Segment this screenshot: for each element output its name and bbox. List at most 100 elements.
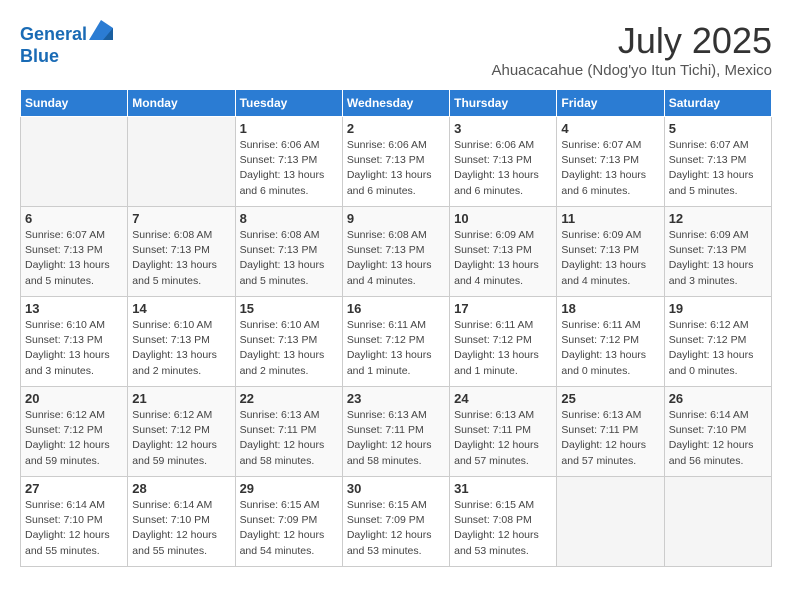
logo-line1: General: [20, 24, 87, 44]
day-number: 6: [25, 211, 123, 226]
logo-text: General Blue: [20, 20, 113, 67]
calendar-cell: 12 Sunrise: 6:09 AMSunset: 7:13 PMDayligh…: [664, 207, 771, 297]
calendar-cell: 21Sunrise: 6:12 AMSunset: 7:12 PMDayligh…: [128, 387, 235, 477]
calendar-cell: 25 Sunrise: 6:13 AMSunset: 7:11 PMDayligh…: [557, 387, 664, 477]
location-title: Ahuacacahue (Ndog'yo Itun Tichi), Mexico: [491, 62, 772, 79]
day-info: Sunrise: 6:06 AMSunset: 7:13 PMDaylight:…: [454, 138, 552, 199]
day-number: 21: [132, 391, 230, 406]
day-info: Sunrise: 6:06 AMSunset: 7:13 PMDaylight:…: [240, 138, 338, 199]
calendar-week-2: 6Sunrise: 6:07 AMSunset: 7:13 PMDaylight…: [21, 207, 772, 297]
title-block: July 2025 Ahuacacahue (Ndog'yo Itun Tich…: [491, 20, 772, 79]
day-info: Sunrise: 6:15 AMSunset: 7:08 PMDaylight:…: [454, 498, 552, 559]
day-info: Sunrise: 6:08 AMSunset: 7:13 PMDaylight:…: [240, 228, 338, 289]
logo-icon: [89, 20, 113, 40]
day-info: Sunrise: 6:08 AMSunset: 7:13 PMDaylight:…: [132, 228, 230, 289]
day-info: Sunrise: 6:06 AMSunset: 7:13 PMDaylight:…: [347, 138, 445, 199]
day-number: 23: [347, 391, 445, 406]
day-info: Sunrise: 6:13 AMSunset: 7:11 PMDaylight:…: [240, 408, 338, 469]
day-number: 28: [132, 481, 230, 496]
calendar-cell: 29 Sunrise: 6:15 AMSunset: 7:09 PMDayligh…: [235, 477, 342, 567]
day-info: Sunrise: 6:10 AMSunset: 7:13 PMDaylight:…: [132, 318, 230, 379]
calendar-cell: 17 Sunrise: 6:11 AMSunset: 7:12 PMDayligh…: [450, 297, 557, 387]
calendar-cell: 19Sunrise: 6:12 AMSunset: 7:12 PMDayligh…: [664, 297, 771, 387]
day-number: 31: [454, 481, 552, 496]
day-info: Sunrise: 6:07 AMSunset: 7:13 PMDaylight:…: [669, 138, 767, 199]
calendar-cell: 11 Sunrise: 6:09 AMSunset: 7:13 PMDayligh…: [557, 207, 664, 297]
calendar-week-1: 1 Sunrise: 6:06 AMSunset: 7:13 PMDaylight…: [21, 117, 772, 207]
weekday-header-wednesday: Wednesday: [342, 90, 449, 117]
day-info: Sunrise: 6:09 AMSunset: 7:13 PMDaylight:…: [561, 228, 659, 289]
day-info: Sunrise: 6:13 AMSunset: 7:11 PMDaylight:…: [454, 408, 552, 469]
weekday-header-monday: Monday: [128, 90, 235, 117]
day-info: Sunrise: 6:12 AMSunset: 7:12 PMDaylight:…: [669, 318, 767, 379]
day-number: 11: [561, 211, 659, 226]
day-info: Sunrise: 6:11 AMSunset: 7:12 PMDaylight:…: [561, 318, 659, 379]
day-number: 14: [132, 301, 230, 316]
calendar-cell: 6Sunrise: 6:07 AMSunset: 7:13 PMDaylight…: [21, 207, 128, 297]
calendar-cell: 18 Sunrise: 6:11 AMSunset: 7:12 PMDayligh…: [557, 297, 664, 387]
day-number: 4: [561, 121, 659, 136]
calendar-cell: 28 Sunrise: 6:14 AMSunset: 7:10 PMDayligh…: [128, 477, 235, 567]
calendar-cell: 1 Sunrise: 6:06 AMSunset: 7:13 PMDaylight…: [235, 117, 342, 207]
day-info: Sunrise: 6:12 AMSunset: 7:12 PMDaylight:…: [25, 408, 123, 469]
day-info: Sunrise: 6:11 AMSunset: 7:12 PMDaylight:…: [347, 318, 445, 379]
weekday-header-sunday: Sunday: [21, 90, 128, 117]
calendar-week-3: 13 Sunrise: 6:10 AMSunset: 7:13 PMDayligh…: [21, 297, 772, 387]
day-number: 18: [561, 301, 659, 316]
calendar-cell: 10Sunrise: 6:09 AMSunset: 7:13 PMDayligh…: [450, 207, 557, 297]
calendar-cell: 15 Sunrise: 6:10 AMSunset: 7:13 PMDayligh…: [235, 297, 342, 387]
day-number: 17: [454, 301, 552, 316]
day-number: 15: [240, 301, 338, 316]
calendar-cell: 7 Sunrise: 6:08 AMSunset: 7:13 PMDaylight…: [128, 207, 235, 297]
day-info: Sunrise: 6:07 AMSunset: 7:13 PMDaylight:…: [561, 138, 659, 199]
day-number: 25: [561, 391, 659, 406]
day-number: 8: [240, 211, 338, 226]
day-info: Sunrise: 6:10 AMSunset: 7:13 PMDaylight:…: [240, 318, 338, 379]
day-number: 24: [454, 391, 552, 406]
calendar-cell: 24 Sunrise: 6:13 AMSunset: 7:11 PMDayligh…: [450, 387, 557, 477]
month-title: July 2025: [491, 20, 772, 62]
day-number: 9: [347, 211, 445, 226]
day-number: 12: [669, 211, 767, 226]
day-info: Sunrise: 6:08 AMSunset: 7:13 PMDaylight:…: [347, 228, 445, 289]
weekday-header-tuesday: Tuesday: [235, 90, 342, 117]
page-header: General Blue July 2025 Ahuacacahue (Ndog…: [20, 20, 772, 79]
calendar-cell: [128, 117, 235, 207]
day-number: 2: [347, 121, 445, 136]
calendar-cell: [664, 477, 771, 567]
day-info: Sunrise: 6:13 AMSunset: 7:11 PMDaylight:…: [561, 408, 659, 469]
day-number: 10: [454, 211, 552, 226]
day-info: Sunrise: 6:15 AMSunset: 7:09 PMDaylight:…: [347, 498, 445, 559]
calendar-cell: 3Sunrise: 6:06 AMSunset: 7:13 PMDaylight…: [450, 117, 557, 207]
calendar-week-4: 20 Sunrise: 6:12 AMSunset: 7:12 PMDayligh…: [21, 387, 772, 477]
day-info: Sunrise: 6:15 AMSunset: 7:09 PMDaylight:…: [240, 498, 338, 559]
day-number: 30: [347, 481, 445, 496]
day-number: 29: [240, 481, 338, 496]
day-info: Sunrise: 6:10 AMSunset: 7:13 PMDaylight:…: [25, 318, 123, 379]
day-number: 1: [240, 121, 338, 136]
day-number: 7: [132, 211, 230, 226]
day-info: Sunrise: 6:11 AMSunset: 7:12 PMDaylight:…: [454, 318, 552, 379]
day-info: Sunrise: 6:14 AMSunset: 7:10 PMDaylight:…: [669, 408, 767, 469]
calendar-cell: 30 Sunrise: 6:15 AMSunset: 7:09 PMDayligh…: [342, 477, 449, 567]
calendar-header: SundayMondayTuesdayWednesdayThursdayFrid…: [21, 90, 772, 117]
calendar-cell: [21, 117, 128, 207]
calendar-cell: 31 Sunrise: 6:15 AMSunset: 7:08 PMDayligh…: [450, 477, 557, 567]
calendar-cell: 22 Sunrise: 6:13 AMSunset: 7:11 PMDayligh…: [235, 387, 342, 477]
weekday-header-thursday: Thursday: [450, 90, 557, 117]
calendar-cell: 16Sunrise: 6:11 AMSunset: 7:12 PMDayligh…: [342, 297, 449, 387]
day-info: Sunrise: 6:09 AMSunset: 7:13 PMDaylight:…: [669, 228, 767, 289]
day-info: Sunrise: 6:14 AMSunset: 7:10 PMDaylight:…: [25, 498, 123, 559]
day-number: 13: [25, 301, 123, 316]
day-number: 5: [669, 121, 767, 136]
day-info: Sunrise: 6:14 AMSunset: 7:10 PMDaylight:…: [132, 498, 230, 559]
day-number: 22: [240, 391, 338, 406]
calendar-cell: 20 Sunrise: 6:12 AMSunset: 7:12 PMDayligh…: [21, 387, 128, 477]
day-number: 20: [25, 391, 123, 406]
calendar-cell: 14 Sunrise: 6:10 AMSunset: 7:13 PMDayligh…: [128, 297, 235, 387]
logo-line2: Blue: [20, 46, 59, 66]
day-number: 26: [669, 391, 767, 406]
calendar-cell: 13 Sunrise: 6:10 AMSunset: 7:13 PMDayligh…: [21, 297, 128, 387]
calendar: SundayMondayTuesdayWednesdayThursdayFrid…: [20, 89, 772, 567]
day-info: Sunrise: 6:13 AMSunset: 7:11 PMDaylight:…: [347, 408, 445, 469]
